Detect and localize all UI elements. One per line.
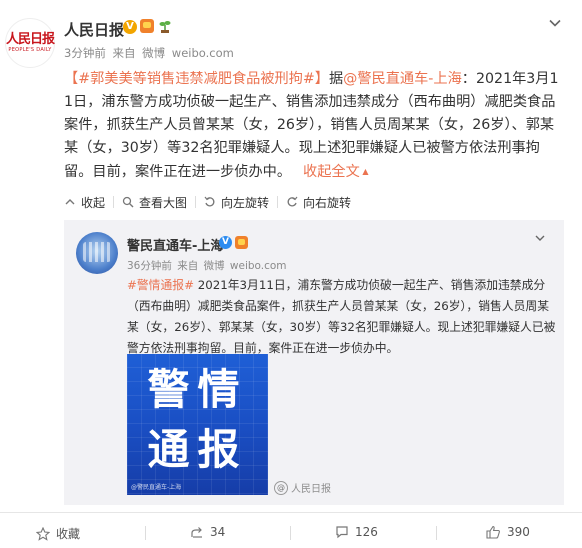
star-icon (36, 526, 50, 541)
plant-icon (159, 21, 171, 33)
action-bar: 收藏 34 126 390 (0, 518, 582, 546)
mention-link[interactable]: @警民直通车-上海 (343, 71, 462, 87)
view-large-button[interactable]: 查看大图 (114, 195, 197, 210)
rotate-right-button[interactable]: 向右旋转 (278, 195, 359, 210)
repost-count: 34 (210, 525, 226, 539)
reposted-content: 警民直通车-上海 V 36分钟前 来自 微博 weibo.com #警情通报# … (64, 220, 564, 505)
hashtag-link[interactable]: 【#郭美美等销售违禁减肥食品被刑拘#】 (64, 71, 329, 87)
repost-meta: 36分钟前 来自 微博 weibo.com (127, 258, 289, 273)
rotate-right-icon (287, 196, 298, 207)
comment-count: 126 (355, 525, 378, 539)
avatar[interactable]: 人民日报 PEOPLE'S DAILY (5, 18, 55, 68)
rotate-left-label: 向左旋转 (221, 195, 270, 210)
source-link[interactable]: 微博 (142, 46, 165, 60)
user-name[interactable]: 人民日报 (64, 19, 124, 40)
weibo-post: 人民日报 PEOPLE'S DAILY 人民日报 V 3分钟前 来自 微博 we… (0, 0, 582, 548)
repost-user-name[interactable]: 警民直通车-上海 (127, 235, 223, 254)
vip-badge-icon (140, 19, 154, 33)
image-text-line1: 警情 (147, 365, 248, 414)
comment-icon (336, 526, 348, 539)
source-site: weibo.com (171, 46, 234, 60)
verified-badge-icon: V (123, 20, 137, 34)
rotate-right-label: 向右旋转 (303, 195, 352, 210)
image-text-line2: 通报 (147, 425, 248, 474)
repost-icon (191, 527, 202, 538)
collapse-fulltext-link[interactable]: 收起全文 (303, 164, 368, 180)
collapse-icon (65, 199, 75, 205)
rotate-left-icon (204, 196, 215, 207)
repost-button[interactable]: 34 (190, 525, 225, 539)
view-large-label: 查看大图 (139, 195, 188, 210)
like-count: 390 (507, 525, 530, 539)
police-alert-image[interactable]: 警情 通报 @警民直通车-上海 (127, 354, 268, 495)
image-watermark: @警民直通车-上海 (131, 484, 182, 491)
repost-source-prefix: 来自 (177, 260, 199, 272)
post-meta: 3分钟前 来自 微博 weibo.com (64, 45, 237, 61)
repost-source-link[interactable]: 微博 (204, 260, 225, 272)
repost-body: #警情通报# 2021年3月11日，浦东警方成功侦破一起生产、销售添加违禁成分（… (127, 275, 557, 359)
rotate-left-button[interactable]: 向左旋转 (196, 195, 279, 210)
collapse-label: 收起 (81, 195, 106, 210)
weibo-logo-icon: @ (274, 480, 288, 495)
image-toolbar: 收起 查看大图 向左旋转 向右旋转 (64, 193, 359, 211)
source-prefix: 来自 (112, 46, 136, 60)
favorite-button[interactable]: 收藏 (36, 525, 80, 542)
magnifier-icon (122, 196, 134, 208)
favorite-label: 收藏 (56, 527, 81, 541)
avatar-logo-text: 人民日报 (6, 32, 55, 47)
thumbs-up-icon (486, 525, 500, 539)
divider (0, 512, 582, 513)
repost-vip-badge-icon (235, 236, 248, 249)
chevron-down-icon[interactable] (548, 16, 562, 30)
collapse-button[interactable]: 收起 (64, 195, 115, 210)
repost-hashtag-link[interactable]: #警情通报# (127, 278, 194, 292)
repost-time[interactable]: 36分钟前 (127, 260, 172, 272)
repost-avatar[interactable] (76, 232, 118, 274)
like-button[interactable]: 390 (486, 525, 530, 539)
weibo-watermark: @ 人民日报 (274, 480, 331, 495)
repost-source-site: weibo.com (229, 260, 287, 272)
avatar-logo-subtext: PEOPLE'S DAILY (8, 47, 52, 53)
comment-button[interactable]: 126 (335, 525, 378, 539)
action-separator (436, 526, 437, 540)
post-body: 【#郭美美等销售违禁减肥食品被刑拘#】据@警民直通车-上海：2021年3月11日… (64, 68, 564, 184)
action-separator (290, 526, 291, 540)
repost-chevron-down-icon[interactable] (534, 232, 546, 244)
repost-verified-badge-icon: V (219, 236, 232, 249)
post-text-prefix: 据 (328, 71, 344, 87)
watermark-text: 人民日报 (291, 484, 331, 495)
post-time[interactable]: 3分钟前 (64, 46, 106, 60)
action-separator (145, 526, 146, 540)
